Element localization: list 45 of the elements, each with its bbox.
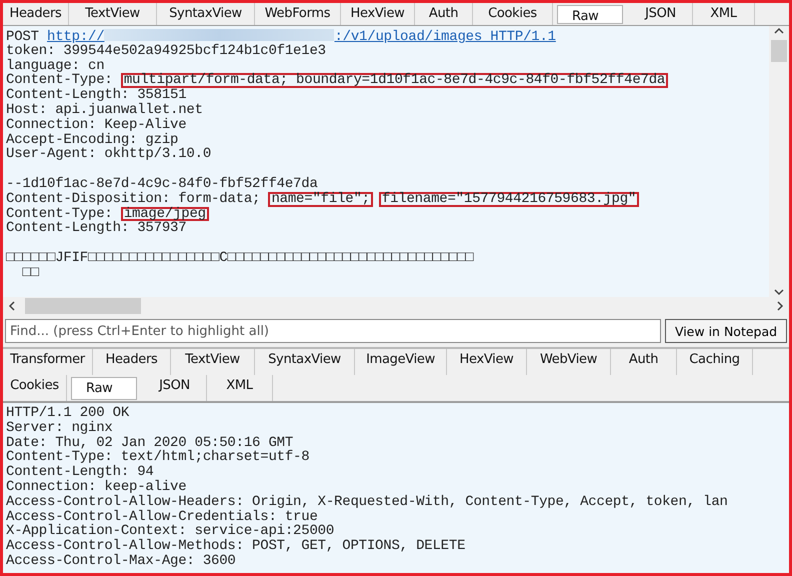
url-link[interactable]: http:// — [47, 29, 104, 45]
highlighted-text: filename="1577944216759683.jpg" — [378, 192, 640, 207]
code-line: Access-Control-Max-Age: 3600 — [6, 554, 237, 569]
code-text: Content-Length: 357937 — [6, 220, 186, 236]
code-text: Content-Type: — [6, 72, 113, 88]
code-line: Access-Control-Allow-Headers: Origin, X-Requested-With, Content-Type, Accept, token, lan — [6, 494, 729, 510]
find-field[interactable]: Find... (press Ctrl+Enter to highlight all) — [5, 319, 661, 343]
code-line: Server: nginx — [6, 420, 114, 436]
tab[interactable]: Raw — [557, 5, 623, 24]
code-line: HTTP/1.1 200 OK — [6, 406, 130, 421]
code-line: Date: Thu, 02 Jan 2020 05:50:16 GMT — [6, 436, 294, 450]
code-line: Connection: keep-alive — [6, 480, 186, 495]
code-line: Content-Type: text/html;charset=utf-8 — [6, 450, 310, 466]
code-text: Content-Disposition: form-data; — [6, 190, 262, 207]
code-line: X-Application-Context: service-api:25000 — [6, 524, 336, 540]
tab[interactable]: Raw — [71, 377, 137, 400]
code-line: Access-Control-Allow-Methods: POST, GET, OPTIONS, DELETE — [6, 539, 466, 554]
tab[interactable]: Cookies — [3, 375, 67, 401]
scroll-up-icon[interactable] — [774, 26, 784, 36]
url-link[interactable]: :/v1/upload/images HTTP/1.1 — [334, 29, 556, 45]
highlighted-text: image/jpeg — [120, 206, 209, 222]
highlighted-text: name="file"; — [268, 192, 373, 207]
scrollbar-thumb[interactable] — [771, 40, 787, 62]
code-text: Connection: Keep-Alive — [6, 116, 186, 133]
code-text: Host: api.juanwallet.net — [6, 102, 203, 118]
code-text: □□ — [21, 264, 39, 281]
code-text: User-Agent: okhttp/3.10.0 — [6, 146, 212, 162]
tab[interactable]: XML — [207, 375, 273, 401]
scrollbar-thumb[interactable] — [25, 298, 141, 314]
view-in-notepad-button[interactable]: View in Notepad — [665, 319, 787, 343]
code-text: Accept-Encoding: gzip — [6, 132, 178, 148]
highlighted-text: multipart/form-data; boundary=1d10f1ac-8e7d-4c9c-84f0-fbf52ff4e7da — [120, 73, 668, 88]
tab[interactable]: JSON — [143, 375, 207, 401]
scroll-right-icon[interactable] — [775, 301, 785, 311]
code-text: token: 399544e502a94925bcf124b1c0f1e1e3 — [6, 42, 326, 59]
code-line: Content-Length: 94 — [6, 465, 154, 480]
scroll-left-icon[interactable] — [7, 301, 17, 311]
code-text: language: cn — [6, 58, 104, 74]
code-text: POST — [6, 29, 39, 45]
code-line: Access-Control-Allow-Credentials: true — [6, 510, 318, 524]
scroll-down-icon[interactable] — [774, 287, 784, 297]
code-text: Content-Type: — [6, 206, 113, 222]
code-text: □□□□□□JFIF□□□□□□□□□□□□□□□□C□□□□□□□□□□□□□□□□□□□□□□□□□□□□□□ — [6, 250, 474, 266]
code-text: Content-Length: 358151 — [6, 87, 186, 104]
code-text: --1d10f1ac-8e7d-4c9c-84f0-fbf52ff4e7da — [6, 176, 318, 192]
